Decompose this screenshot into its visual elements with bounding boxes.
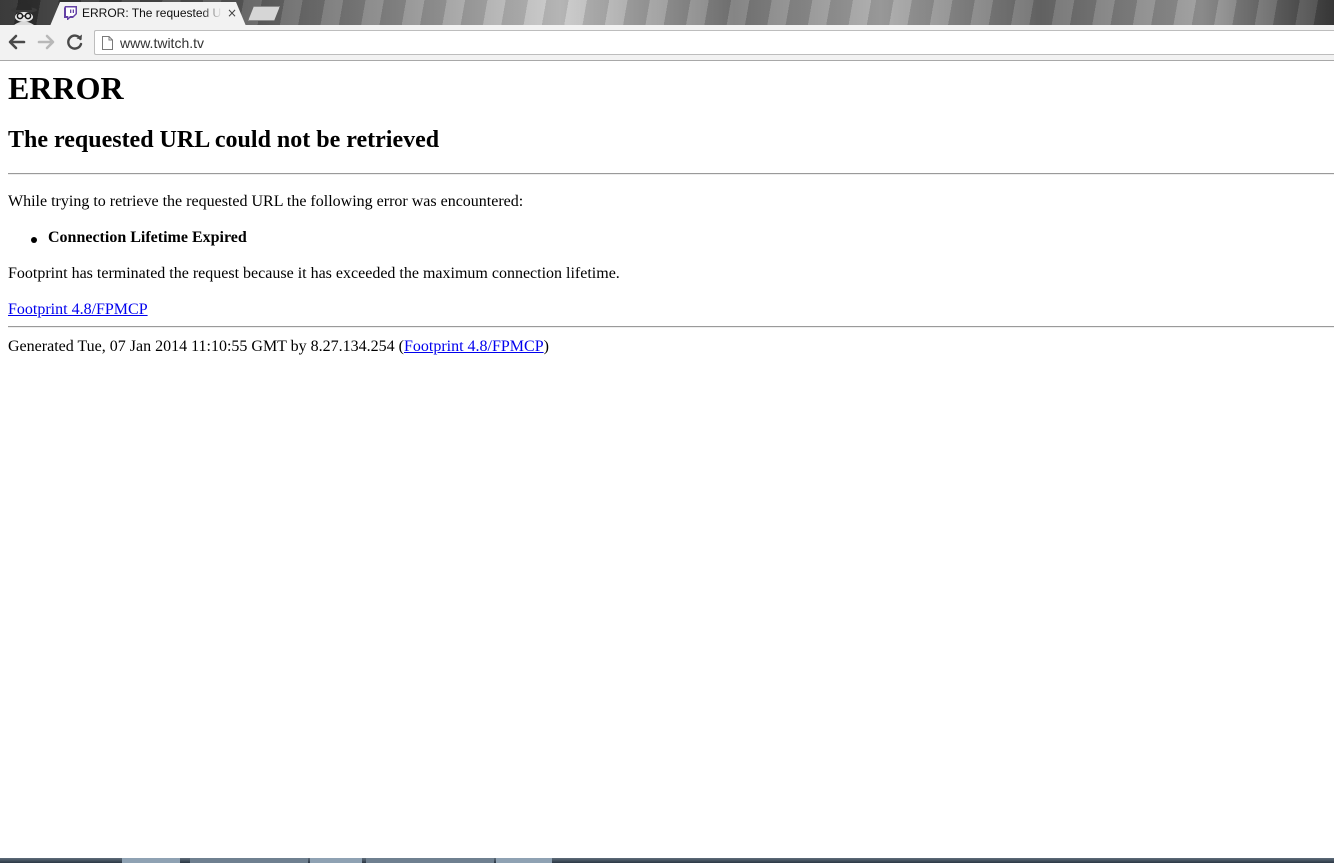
bullet-icon xyxy=(31,237,37,243)
url-text[interactable]: www.twitch.tv xyxy=(120,34,204,52)
page-title: ERROR xyxy=(8,70,124,106)
tab-active[interactable]: ERROR: The requested URL could not be re… xyxy=(50,2,246,25)
error-item: Connection Lifetime Expired xyxy=(48,229,247,246)
footer-suffix: ) xyxy=(543,338,549,355)
page-icon xyxy=(102,36,113,50)
divider-bottom xyxy=(8,326,1334,328)
forward-button[interactable] xyxy=(36,32,56,52)
signature-link[interactable]: Footprint 4.8/FPMCP xyxy=(8,301,148,318)
footer-link[interactable]: Footprint 4.8/FPMCP xyxy=(404,338,544,355)
page-content: ERROR The requested URL could not be ret… xyxy=(0,62,1334,858)
tab-strip: ERROR: The requested URL could not be re… xyxy=(0,0,1334,25)
back-arrow-icon xyxy=(8,34,26,50)
tab-title: ERROR: The requested URL could not be re… xyxy=(82,6,222,20)
intro-text: While trying to retrieve the requested U… xyxy=(8,193,524,210)
taskbar-item[interactable] xyxy=(190,858,308,863)
footer-prefix: Generated Tue, 07 Jan 2014 11:10:55 GMT … xyxy=(8,338,404,355)
os-taskbar xyxy=(0,858,1334,863)
signature: Footprint 4.8/FPMCP xyxy=(8,300,148,320)
taskbar-item[interactable] xyxy=(496,858,552,863)
taskbar-item[interactable] xyxy=(310,858,362,863)
taskbar-item[interactable] xyxy=(122,858,180,863)
tab-close-button[interactable]: × xyxy=(226,6,238,20)
taskbar-item[interactable] xyxy=(366,858,494,863)
explanation-text: Footprint has terminated the request bec… xyxy=(8,265,620,282)
back-button[interactable] xyxy=(7,32,27,52)
footer-text: Generated Tue, 07 Jan 2014 11:10:55 GMT … xyxy=(8,337,549,357)
page-subtitle: The requested URL could not be retrieved xyxy=(8,127,440,153)
reload-button[interactable] xyxy=(65,32,85,52)
forward-arrow-icon xyxy=(37,34,55,50)
reload-icon xyxy=(67,34,83,50)
incognito-spy-icon xyxy=(2,0,46,25)
address-bar[interactable]: www.twitch.tv xyxy=(94,30,1334,55)
twitch-favicon-icon xyxy=(64,6,78,21)
divider-top xyxy=(8,173,1334,175)
browser-toolbar: www.twitch.tv xyxy=(0,25,1334,61)
